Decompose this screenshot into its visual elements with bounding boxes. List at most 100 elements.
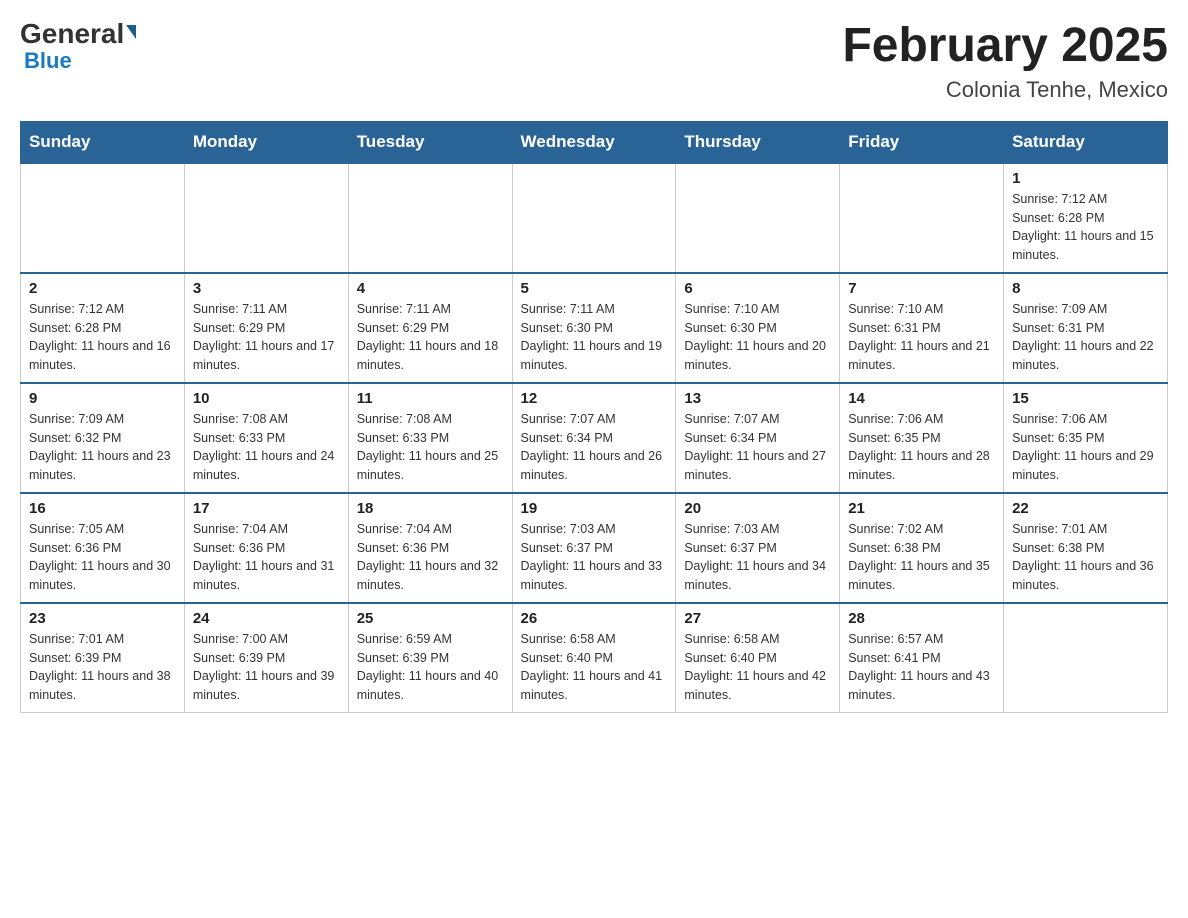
- logo-blue-text: Blue: [24, 48, 72, 74]
- day-number: 27: [684, 610, 831, 627]
- weekday-header-wednesday: Wednesday: [512, 121, 676, 163]
- calendar-cell: [184, 163, 348, 273]
- day-info: Sunrise: 7:09 AMSunset: 6:32 PMDaylight:…: [29, 410, 176, 485]
- page-header: General Blue February 2025 Colonia Tenhe…: [20, 20, 1168, 103]
- weekday-header-monday: Monday: [184, 121, 348, 163]
- day-info: Sunrise: 6:59 AMSunset: 6:39 PMDaylight:…: [357, 630, 504, 705]
- calendar-cell: 16 Sunrise: 7:05 AMSunset: 6:36 PMDayligh…: [21, 493, 185, 603]
- calendar-cell: 28 Sunrise: 6:57 AMSunset: 6:41 PMDayligh…: [840, 603, 1004, 713]
- calendar-header-row: SundayMondayTuesdayWednesdayThursdayFrid…: [21, 121, 1168, 163]
- calendar-cell: 10 Sunrise: 7:08 AMSunset: 6:33 PMDayligh…: [184, 383, 348, 493]
- calendar-cell: 8 Sunrise: 7:09 AMSunset: 6:31 PMDaylight…: [1004, 273, 1168, 383]
- day-number: 16: [29, 500, 176, 517]
- day-number: 1: [1012, 170, 1159, 187]
- day-number: 3: [193, 280, 340, 297]
- calendar-cell: [21, 163, 185, 273]
- calendar-cell: 23Sunrise: 7:01 AMSunset: 6:39 PMDayligh…: [21, 603, 185, 713]
- calendar-cell: 25 Sunrise: 6:59 AMSunset: 6:39 PMDayligh…: [348, 603, 512, 713]
- day-info: Sunrise: 7:09 AMSunset: 6:31 PMDaylight:…: [1012, 300, 1159, 375]
- calendar-week-row: 23Sunrise: 7:01 AMSunset: 6:39 PMDayligh…: [21, 603, 1168, 713]
- calendar-cell: 13Sunrise: 7:07 AMSunset: 6:34 PMDayligh…: [676, 383, 840, 493]
- calendar-cell: 6 Sunrise: 7:10 AMSunset: 6:30 PMDaylight…: [676, 273, 840, 383]
- day-info: Sunrise: 7:04 AMSunset: 6:36 PMDaylight:…: [357, 520, 504, 595]
- day-info: Sunrise: 6:58 AMSunset: 6:40 PMDaylight:…: [684, 630, 831, 705]
- logo: General Blue: [20, 20, 136, 74]
- day-number: 14: [848, 390, 995, 407]
- day-info: Sunrise: 7:11 AMSunset: 6:29 PMDaylight:…: [193, 300, 340, 375]
- calendar-cell: 26 Sunrise: 6:58 AMSunset: 6:40 PMDayligh…: [512, 603, 676, 713]
- day-number: 22: [1012, 500, 1159, 517]
- day-info: Sunrise: 7:12 AMSunset: 6:28 PMDaylight:…: [1012, 190, 1159, 265]
- calendar-cell: 14 Sunrise: 7:06 AMSunset: 6:35 PMDayligh…: [840, 383, 1004, 493]
- day-info: Sunrise: 6:57 AMSunset: 6:41 PMDaylight:…: [848, 630, 995, 705]
- day-number: 4: [357, 280, 504, 297]
- calendar-cell: 19 Sunrise: 7:03 AMSunset: 6:37 PMDayligh…: [512, 493, 676, 603]
- weekday-header-friday: Friday: [840, 121, 1004, 163]
- day-number: 24: [193, 610, 340, 627]
- day-number: 6: [684, 280, 831, 297]
- day-info: Sunrise: 7:11 AMSunset: 6:29 PMDaylight:…: [357, 300, 504, 375]
- calendar-cell: 24 Sunrise: 7:00 AMSunset: 6:39 PMDayligh…: [184, 603, 348, 713]
- calendar-cell: [512, 163, 676, 273]
- calendar-cell: 5Sunrise: 7:11 AMSunset: 6:30 PMDaylight…: [512, 273, 676, 383]
- weekday-header-thursday: Thursday: [676, 121, 840, 163]
- calendar-cell: 27 Sunrise: 6:58 AMSunset: 6:40 PMDayligh…: [676, 603, 840, 713]
- day-info: Sunrise: 7:10 AMSunset: 6:31 PMDaylight:…: [848, 300, 995, 375]
- calendar-cell: 4 Sunrise: 7:11 AMSunset: 6:29 PMDaylight…: [348, 273, 512, 383]
- day-number: 17: [193, 500, 340, 517]
- calendar-week-row: 16 Sunrise: 7:05 AMSunset: 6:36 PMDayligh…: [21, 493, 1168, 603]
- calendar-cell: [676, 163, 840, 273]
- day-info: Sunrise: 7:06 AMSunset: 6:35 PMDaylight:…: [848, 410, 995, 485]
- month-title: February 2025: [842, 20, 1168, 73]
- calendar-week-row: 1 Sunrise: 7:12 AMSunset: 6:28 PMDaylight…: [21, 163, 1168, 273]
- day-info: Sunrise: 7:01 AMSunset: 6:38 PMDaylight:…: [1012, 520, 1159, 595]
- day-info: Sunrise: 7:12 AMSunset: 6:28 PMDaylight:…: [29, 300, 176, 375]
- day-number: 10: [193, 390, 340, 407]
- weekday-header-sunday: Sunday: [21, 121, 185, 163]
- day-info: Sunrise: 7:08 AMSunset: 6:33 PMDaylight:…: [193, 410, 340, 485]
- day-info: Sunrise: 7:07 AMSunset: 6:34 PMDaylight:…: [684, 410, 831, 485]
- day-number: 21: [848, 500, 995, 517]
- calendar-cell: 7 Sunrise: 7:10 AMSunset: 6:31 PMDaylight…: [840, 273, 1004, 383]
- day-info: Sunrise: 7:05 AMSunset: 6:36 PMDaylight:…: [29, 520, 176, 595]
- day-info: Sunrise: 7:10 AMSunset: 6:30 PMDaylight:…: [684, 300, 831, 375]
- calendar-cell: 18 Sunrise: 7:04 AMSunset: 6:36 PMDayligh…: [348, 493, 512, 603]
- weekday-header-saturday: Saturday: [1004, 121, 1168, 163]
- day-info: Sunrise: 7:07 AMSunset: 6:34 PMDaylight:…: [521, 410, 668, 485]
- day-number: 20: [684, 500, 831, 517]
- day-info: Sunrise: 7:03 AMSunset: 6:37 PMDaylight:…: [521, 520, 668, 595]
- calendar-cell: 15 Sunrise: 7:06 AMSunset: 6:35 PMDayligh…: [1004, 383, 1168, 493]
- calendar-cell: 17 Sunrise: 7:04 AMSunset: 6:36 PMDayligh…: [184, 493, 348, 603]
- day-number: 28: [848, 610, 995, 627]
- calendar-cell: [840, 163, 1004, 273]
- day-info: Sunrise: 7:03 AMSunset: 6:37 PMDaylight:…: [684, 520, 831, 595]
- calendar-cell: 1 Sunrise: 7:12 AMSunset: 6:28 PMDaylight…: [1004, 163, 1168, 273]
- weekday-header-tuesday: Tuesday: [348, 121, 512, 163]
- calendar-cell: 20 Sunrise: 7:03 AMSunset: 6:37 PMDayligh…: [676, 493, 840, 603]
- calendar-cell: [348, 163, 512, 273]
- logo-general-text: General: [20, 20, 136, 48]
- calendar-cell: 3 Sunrise: 7:11 AMSunset: 6:29 PMDaylight…: [184, 273, 348, 383]
- day-number: 26: [521, 610, 668, 627]
- day-number: 18: [357, 500, 504, 517]
- day-info: Sunrise: 7:02 AMSunset: 6:38 PMDaylight:…: [848, 520, 995, 595]
- calendar-cell: 2 Sunrise: 7:12 AMSunset: 6:28 PMDaylight…: [21, 273, 185, 383]
- day-number: 11: [357, 390, 504, 407]
- calendar-cell: [1004, 603, 1168, 713]
- day-info: Sunrise: 6:58 AMSunset: 6:40 PMDaylight:…: [521, 630, 668, 705]
- calendar-cell: 12Sunrise: 7:07 AMSunset: 6:34 PMDayligh…: [512, 383, 676, 493]
- day-number: 15: [1012, 390, 1159, 407]
- calendar-week-row: 9Sunrise: 7:09 AMSunset: 6:32 PMDaylight…: [21, 383, 1168, 493]
- calendar-cell: 9Sunrise: 7:09 AMSunset: 6:32 PMDaylight…: [21, 383, 185, 493]
- day-number: 19: [521, 500, 668, 517]
- day-info: Sunrise: 7:00 AMSunset: 6:39 PMDaylight:…: [193, 630, 340, 705]
- calendar-cell: 21 Sunrise: 7:02 AMSunset: 6:38 PMDayligh…: [840, 493, 1004, 603]
- day-number: 25: [357, 610, 504, 627]
- day-info: Sunrise: 7:04 AMSunset: 6:36 PMDaylight:…: [193, 520, 340, 595]
- day-number: 2: [29, 280, 176, 297]
- day-info: Sunrise: 7:06 AMSunset: 6:35 PMDaylight:…: [1012, 410, 1159, 485]
- day-number: 7: [848, 280, 995, 297]
- day-info: Sunrise: 7:08 AMSunset: 6:33 PMDaylight:…: [357, 410, 504, 485]
- day-number: 5: [521, 280, 668, 297]
- day-number: 8: [1012, 280, 1159, 297]
